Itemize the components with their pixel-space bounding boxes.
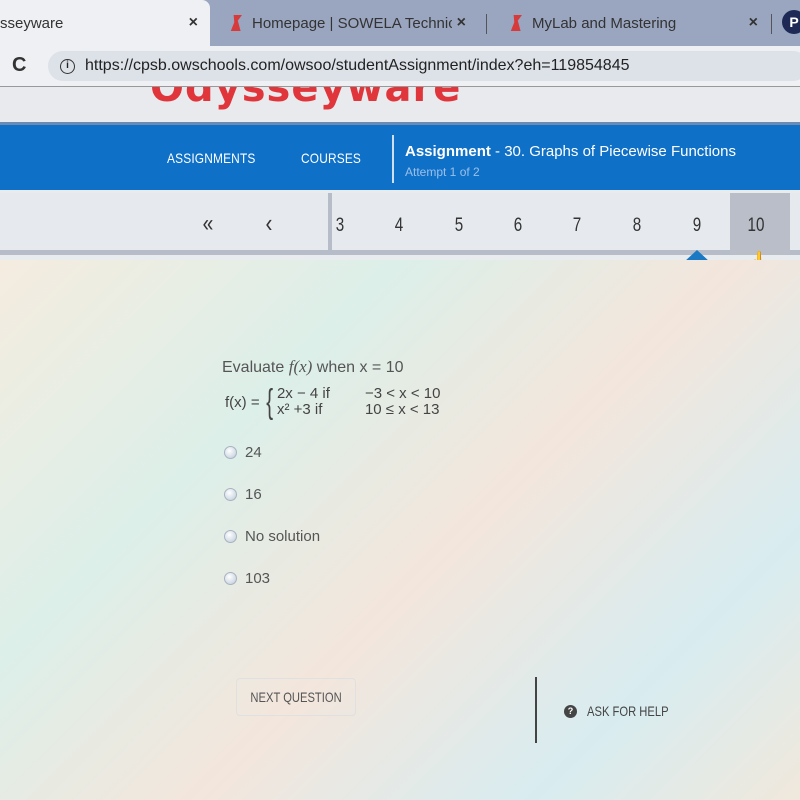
piece-row: 2x − 4 if −3 < x < 10 <box>277 386 440 402</box>
radio-button[interactable] <box>224 446 237 459</box>
tab-label: sseyware <box>0 14 64 32</box>
sowela-favicon-icon <box>230 15 242 31</box>
tab-close-icon[interactable]: × <box>457 14 466 32</box>
nav-courses[interactable]: COURSES <box>301 150 361 166</box>
question-area: Evaluate f(x) when x = 10 f(x) = { 2x − … <box>0 260 800 800</box>
prompt-function: f(x) <box>288 357 313 376</box>
assignment-title: Assignment - 30. Graphs of Piecewise Fun… <box>405 143 736 160</box>
footer-divider <box>535 677 537 743</box>
function-lhs: f(x) = <box>225 393 260 411</box>
tab-mylab[interactable]: MyLab and Mastering × <box>508 0 770 46</box>
browser-toolbar: C i https://cpsb.owschools.com/owsoo/stu… <box>0 46 800 86</box>
page-3[interactable]: 3 <box>328 215 352 237</box>
tab-odysseyware[interactable]: sseyware × <box>0 0 210 46</box>
tab-separator <box>771 14 772 34</box>
prev-page-button[interactable]: ‹ <box>257 208 281 239</box>
answer-choice[interactable]: 16 <box>224 486 262 503</box>
radio-button[interactable] <box>224 530 237 543</box>
assignment-label: Assignment <box>405 143 491 160</box>
brace: { <box>265 383 273 421</box>
page-7[interactable]: 7 <box>565 215 589 237</box>
tab-label: MyLab and Mastering <box>532 14 677 32</box>
choice-label: 24 <box>245 444 262 461</box>
help-icon: ? <box>564 704 577 718</box>
reload-icon[interactable]: C <box>12 54 26 77</box>
page-10[interactable]: 10 <box>744 215 768 237</box>
tab-sowela[interactable]: Homepage | SOWELA Technical C × <box>228 0 478 46</box>
choice-label: 16 <box>245 486 262 503</box>
prompt-text: when x = 10 <box>312 359 404 376</box>
tab-close-icon[interactable]: × <box>749 14 758 32</box>
page-5[interactable]: 5 <box>447 215 471 237</box>
choice-label: No solution <box>245 528 321 545</box>
ask-for-help-label: ASK FOR HELP <box>587 703 669 719</box>
piece-condition: −3 < x < 10 <box>364 385 441 402</box>
nav-assignments[interactable]: ASSIGNMENTS <box>167 150 255 166</box>
piece-expression: 2x − 4 if <box>276 385 330 402</box>
main-nav: ASSIGNMENTS COURSES Assignment - 30. Gra… <box>0 122 800 190</box>
question-prompt: Evaluate f(x) when x = 10 <box>222 357 403 377</box>
mylab-favicon-icon <box>510 15 522 31</box>
attempt-count: Attempt 1 of 2 <box>405 165 480 179</box>
answer-choice[interactable]: 24 <box>224 444 262 461</box>
tab-separator <box>486 14 487 34</box>
odysseyware-logo[interactable]: Odysseyware <box>150 87 461 111</box>
ask-for-help-button[interactable]: ? ASK FOR HELP <box>564 703 689 719</box>
choice-label: 103 <box>245 570 271 587</box>
radio-button[interactable] <box>224 572 237 585</box>
address-bar[interactable]: i https://cpsb.owschools.com/owsoo/stude… <box>48 51 800 81</box>
browser-tab-strip: sseyware × Homepage | SOWELA Technical C… <box>0 0 800 46</box>
page-8[interactable]: 8 <box>625 215 649 237</box>
piece-expression: x² +3 if <box>276 401 323 418</box>
url-text[interactable]: https://cpsb.owschools.com/owsoo/student… <box>85 57 630 75</box>
profile-avatar-icon[interactable]: P <box>782 10 800 34</box>
next-question-button[interactable]: NEXT QUESTION <box>236 678 356 716</box>
answer-choice[interactable]: No solution <box>224 528 320 545</box>
answer-choice[interactable]: 103 <box>224 570 270 587</box>
site-header: Odysseyware <box>0 86 800 120</box>
page-4[interactable]: 4 <box>387 215 411 237</box>
tab-close-icon[interactable]: × <box>189 14 198 32</box>
piecewise-function: f(x) = { 2x − 4 if −3 < x < 10 x² +3 if … <box>225 385 440 419</box>
page-6[interactable]: 6 <box>506 215 530 237</box>
nav-divider <box>392 135 394 183</box>
tab-label: Homepage | SOWELA Technical C <box>252 14 452 32</box>
piece-row: x² +3 if 10 ≤ x < 13 <box>277 402 440 418</box>
first-page-button[interactable]: « <box>196 210 220 238</box>
next-question-label: NEXT QUESTION <box>250 689 342 705</box>
piece-condition: 10 ≤ x < 13 <box>364 401 440 418</box>
page-9[interactable]: 9 <box>685 215 709 237</box>
question-pager: « ‹ 3 4 5 6 7 8 9 10 <box>0 193 800 255</box>
prompt-text: Evaluate <box>222 359 289 376</box>
site-info-icon[interactable]: i <box>60 58 75 74</box>
assignment-name: - 30. Graphs of Piecewise Functions <box>490 143 736 160</box>
radio-button[interactable] <box>224 488 237 501</box>
